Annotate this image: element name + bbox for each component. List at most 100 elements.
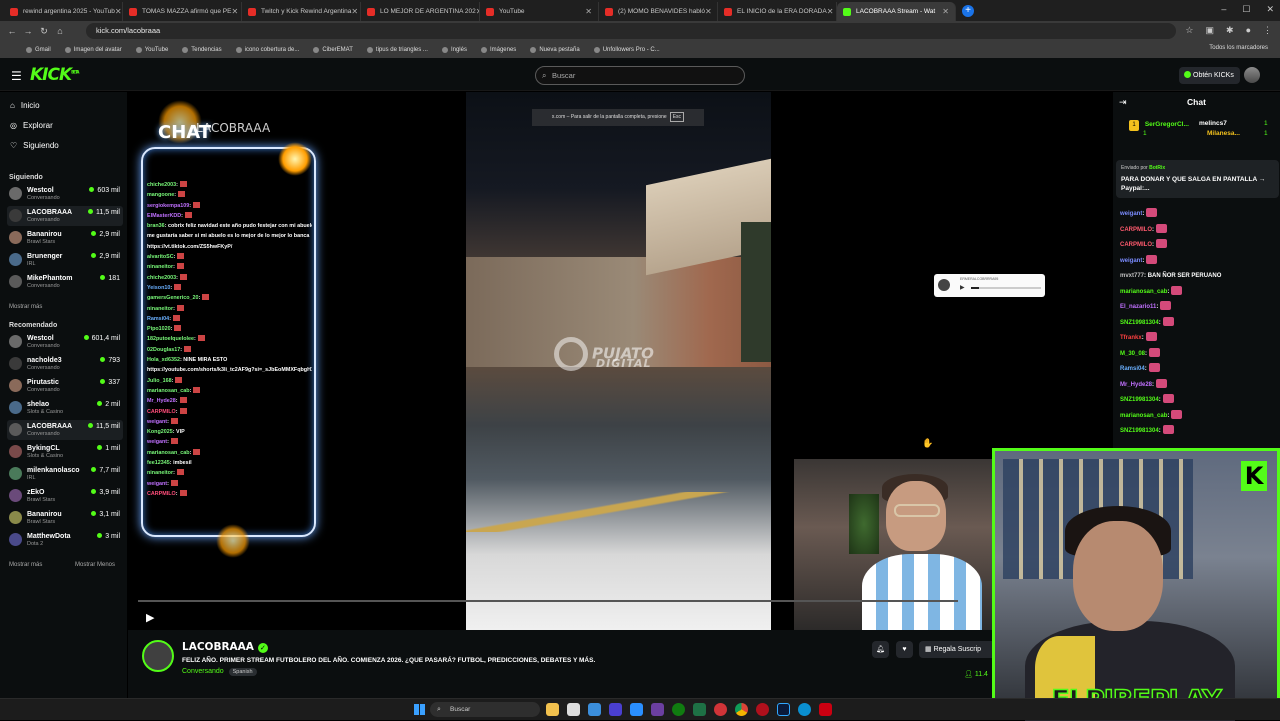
chat-user[interactable]: marianosan_cab xyxy=(1120,413,1167,419)
sidebar-channel[interactable]: LACOBRAAA Conversando 11,5 mil xyxy=(7,420,123,440)
bookmark-item[interactable]: tipus de triangles ... xyxy=(366,46,428,53)
chat-message[interactable]: SNZ19981304: xyxy=(1120,424,1278,440)
chat-message[interactable]: SNZ19981304: xyxy=(1120,393,1278,409)
sidebar-channel[interactable]: nacholde3 Conversando 793 xyxy=(7,354,123,374)
pinned-message[interactable]: Enviado por BotRix PARA DONAR Y QUE SALG… xyxy=(1116,160,1279,198)
bookmark-item[interactable]: CiberEMAT xyxy=(313,46,353,53)
bookmark-item[interactable]: Inglés xyxy=(441,46,467,53)
bookmark-item[interactable]: Tendencias xyxy=(182,46,222,53)
language-tag[interactable]: Spanish xyxy=(228,668,257,676)
chat-user[interactable]: El_nazario11 xyxy=(1120,304,1156,310)
chat-user[interactable]: weigant xyxy=(1120,211,1142,217)
browser-tab[interactable]: Twitch y Kick Rewind Argentina ✕ xyxy=(242,2,361,21)
browser-tab[interactable]: LO MEJOR DE ARGENTINA 202✕ xyxy=(361,2,480,21)
bookmark-item[interactable]: Gmail xyxy=(26,46,51,53)
minimize-icon[interactable]: – xyxy=(1221,4,1226,15)
hamburger-menu-icon[interactable]: ☰ xyxy=(11,69,22,83)
puzzle-icon[interactable]: ✱ xyxy=(1226,25,1234,36)
chat-message[interactable]: CARPMILO: xyxy=(1120,238,1278,254)
seek-bar[interactable] xyxy=(138,600,958,602)
show-more-link[interactable]: Mostrar más xyxy=(9,304,42,310)
kick-logo[interactable]: KICKBETA xyxy=(30,65,79,85)
edge-icon[interactable] xyxy=(798,703,811,716)
chat-message[interactable]: El_nazario11: xyxy=(1120,300,1278,316)
chat-user[interactable]: SNZ19981304 xyxy=(1120,397,1159,403)
chat-user[interactable]: Mr_Hyde28 xyxy=(1120,382,1152,388)
nav-item-siguiendo[interactable]: ♡ Siguiendo xyxy=(10,141,59,150)
photos-icon[interactable] xyxy=(588,703,601,716)
sidebar-channel[interactable]: Westcol Conversando 601,4 mil xyxy=(7,332,123,352)
bookmark-item[interactable]: Unfollowers Pro - C... xyxy=(593,46,660,53)
url-input[interactable]: kick.com/lacobraaa xyxy=(86,23,1176,39)
sidebar-channel[interactable]: milenkanolasco IRL 7,7 mil xyxy=(7,464,123,484)
sidebar-channel[interactable]: BykingCL Slots & Casino 1 mil xyxy=(7,442,123,462)
back-icon[interactable]: ← xyxy=(4,26,20,36)
search-input[interactable]: ⌕ Buscar xyxy=(535,66,745,85)
channel-avatar[interactable] xyxy=(142,640,174,672)
tray-app-icon[interactable] xyxy=(819,703,832,716)
show-less-link[interactable]: Mostrar Menos xyxy=(75,562,115,568)
tab-close-icon[interactable]: ✕ xyxy=(585,7,592,16)
chat-user[interactable]: Tfrankx xyxy=(1120,335,1142,341)
chat-user[interactable]: CARPMILO xyxy=(1120,242,1152,248)
chat-message[interactable]: marianosan_cab: xyxy=(1120,285,1278,301)
browser-tab[interactable]: rewind argentina 2025 - YouTub ✕ xyxy=(4,2,123,21)
chat-message[interactable]: SNZ19981304: xyxy=(1120,316,1278,332)
stream-category[interactable]: Conversando Spanish xyxy=(182,668,257,676)
store-icon[interactable] xyxy=(567,703,580,716)
tab-close-icon[interactable]: ✕ xyxy=(115,7,122,16)
chat-message[interactable]: weigant: xyxy=(1120,207,1278,223)
chat-user[interactable]: SNZ19981304 xyxy=(1120,428,1159,434)
chat-user[interactable]: weigant xyxy=(1120,258,1142,264)
nav-item-inicio[interactable]: ⌂ Inicio xyxy=(10,101,40,110)
sidebar-channel[interactable]: Brunenger IRL 2,9 mil xyxy=(7,250,123,270)
sidebar-channel[interactable]: Pirutastic Conversando 337 xyxy=(7,376,123,396)
excel-icon[interactable] xyxy=(693,703,706,716)
close-icon[interactable]: ✕ xyxy=(1266,4,1274,15)
follow-button[interactable]: ♥ xyxy=(896,641,913,658)
chat-user[interactable]: marianosan_cab xyxy=(1120,289,1167,295)
all-bookmarks[interactable]: Todos los marcadores xyxy=(1209,45,1268,51)
leaderboard-user[interactable]: SerGregorCl... xyxy=(1145,121,1189,128)
chat-message[interactable]: Tfrankx: xyxy=(1120,331,1278,347)
gift-sub-button[interactable]: ▦ Regala Suscrip xyxy=(919,641,999,658)
user-avatar[interactable] xyxy=(1244,67,1260,83)
bookmark-item[interactable]: YouTube xyxy=(135,46,168,53)
video-editor-icon[interactable] xyxy=(651,703,664,716)
chrome-icon[interactable] xyxy=(735,703,748,716)
app-icon[interactable] xyxy=(630,703,643,716)
chat-message[interactable]: weigant: xyxy=(1120,254,1278,270)
sidebar-channel[interactable]: Bananirou Brawl Stars 2,9 mil xyxy=(7,228,123,248)
browser-tab[interactable]: LACOBRAAA Stream - Wat ✕ xyxy=(837,2,956,21)
photoshop-icon[interactable] xyxy=(777,703,790,716)
video-player[interactable]: CHAT LACOBRAAA chiche2003: mangoone: sergi… xyxy=(128,92,1112,630)
windows-start-icon[interactable] xyxy=(414,704,425,715)
sidebar-channel[interactable]: MikePhantom Conversando 181 xyxy=(7,272,123,292)
bookmark-item[interactable]: Imagen del avatar xyxy=(64,46,122,53)
browser-tab[interactable]: TOMAS MAZZA afirmó que PE ✕ xyxy=(123,2,242,21)
tab-close-icon[interactable]: ✕ xyxy=(942,7,949,16)
get-kicks-button[interactable]: Obtén KICKs xyxy=(1179,67,1240,84)
vpn-icon[interactable] xyxy=(609,703,622,716)
xbox-icon[interactable] xyxy=(672,703,685,716)
home-icon[interactable]: ⌂ xyxy=(52,26,68,36)
forward-icon[interactable]: → xyxy=(20,26,36,36)
sidebar-channel[interactable]: MatthewDota Dota 2 3 mil xyxy=(7,530,123,550)
extension-icon[interactable]: ▣ xyxy=(1206,25,1215,36)
browser-tab[interactable]: EL INICIO de la ERA DORADA ✕ xyxy=(718,2,837,21)
bookmark-item[interactable]: Imágenes xyxy=(480,46,516,53)
star-icon[interactable]: ☆ xyxy=(1185,25,1193,36)
sidebar-channel[interactable]: LACOBRAAA Conversando 11,5 mil xyxy=(7,206,123,226)
browser-tab[interactable]: YouTube ✕ xyxy=(480,2,599,21)
tab-close-icon[interactable]: ✕ xyxy=(705,7,712,16)
leaderboard-user[interactable]: melincs7 xyxy=(1199,120,1227,127)
sidebar-channel[interactable]: zEkO Brawl Stars 3,9 mil xyxy=(7,486,123,506)
tab-close-icon[interactable]: ✕ xyxy=(351,7,358,16)
channel-name[interactable]: LACOBRAAA ✓ xyxy=(182,641,268,653)
bookmark-item[interactable]: Nueva pestaña xyxy=(530,46,580,53)
sidebar-channel[interactable]: shelao Slots & Casino 2 mil xyxy=(7,398,123,418)
screen-recorder-icon[interactable] xyxy=(714,703,727,716)
browser-tab[interactable]: (2) MOMO BENAVIDES habló ✕ xyxy=(599,2,718,21)
tab-close-icon[interactable]: ✕ xyxy=(231,7,238,16)
notifications-button[interactable]: 🔔︎ xyxy=(872,641,889,658)
